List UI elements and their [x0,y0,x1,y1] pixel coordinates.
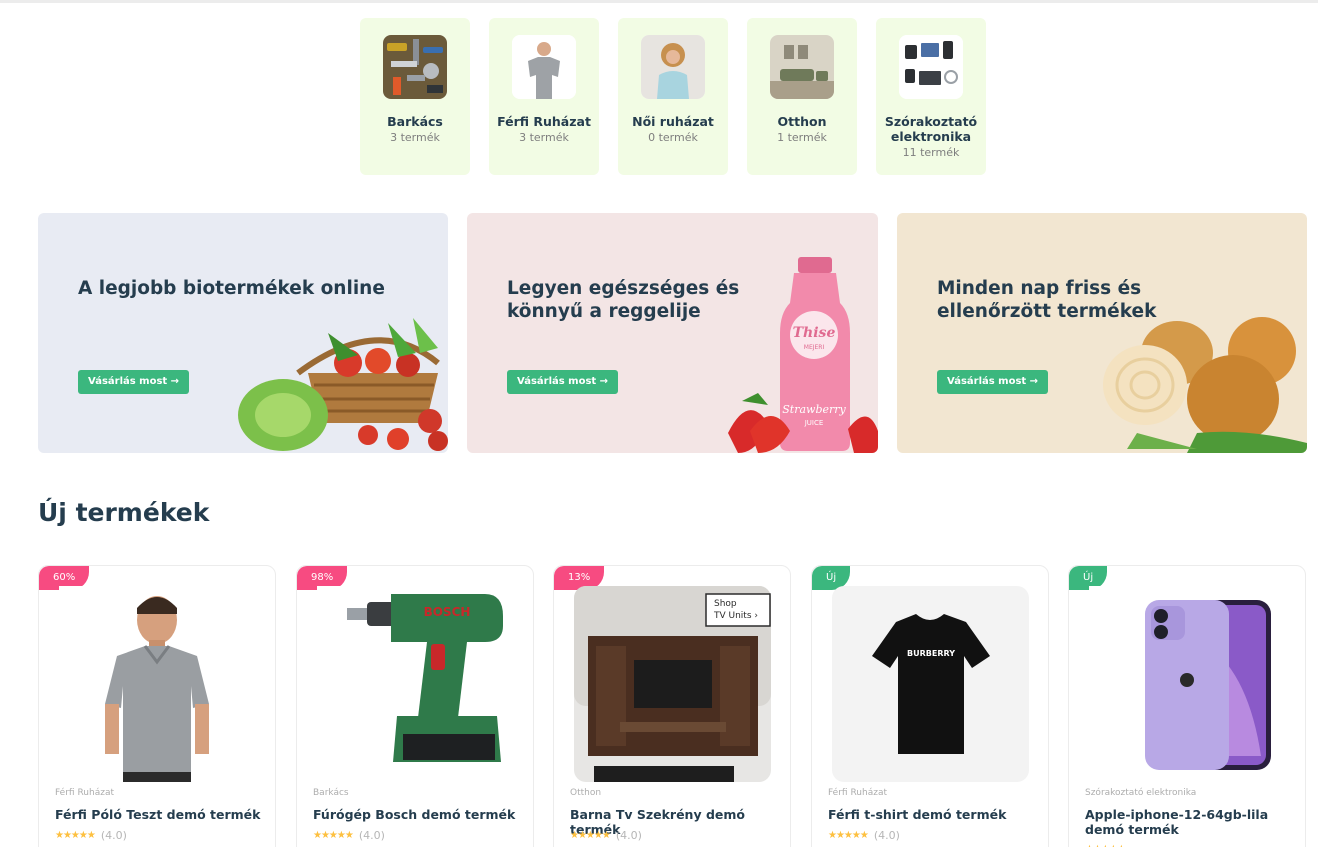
shop-now-button[interactable]: Vásárlás most → [507,370,619,394]
category-name: Férfi Ruházat [497,114,591,129]
product-category[interactable]: Férfi Ruházat [55,788,114,798]
star-rating-icon: ★★★★★ [55,830,96,841]
shop-now-button[interactable]: Vásárlás most → [78,370,190,394]
promo-banner-breakfast: Legyen egészséges és könnyű a reggelije … [467,213,878,453]
header-divider [0,0,1318,3]
category-card-noi-ruhazat[interactable]: Női ruházat 0 termék [618,18,728,175]
product-card[interactable]: 98% BOSCH Barkács Fúrógép Bosch demó ter… [296,565,534,847]
category-card-ferfi-ruhazat[interactable]: Férfi Ruházat 3 termék [489,18,599,175]
star-rating-icon: ★★★★★ [828,830,869,841]
category-card-otthon[interactable]: Otthon 1 termék [747,18,857,175]
tv-units-text: TV Units › [713,611,758,621]
product-card[interactable]: Új BURBERRY Férfi Ruházat Férfi t-shirt … [811,565,1049,847]
promo-banner-organic: A legjobb biotermékek online Vásárlás mo… [38,213,448,453]
product-name[interactable]: Férfi Póló Teszt demó termék [55,807,265,822]
bottle-sub-text: MEJERI [804,344,825,351]
star-rating-icon: ★★★★★ [570,830,611,841]
product-rating: ★★★★★ (4.0) [570,829,642,842]
category-thumbnail-electronics [899,35,963,99]
product-rating: ★★★★★ (4.0) [55,829,127,842]
category-thumbnail-women [641,35,705,99]
product-rating: ★★★★★ (4.0) [828,829,900,842]
product-card[interactable]: 13% Shop TV Units › Otthon Barna Tv Szek… [553,565,791,847]
category-count: 1 termék [777,131,827,144]
product-name[interactable]: Férfi t-shirt demó termék [828,807,1038,822]
category-thumbnail-tools [383,35,447,99]
category-name: Szórakoztató elektronika [884,114,978,144]
shop-now-button[interactable]: Vásárlás most → [937,370,1049,394]
product-image-tshirt[interactable]: BURBERRY [832,586,1029,782]
onions-image [1103,317,1307,453]
bottle-flavor-text: Strawberry [782,403,846,416]
product-category[interactable]: Barkács [313,788,349,798]
category-count: 11 termék [902,146,960,159]
category-name: Női ruházat [632,114,714,129]
category-count: 0 termék [648,131,698,144]
category-list: Barkács 3 termék Férfi Ruházat 3 termék … [360,18,986,175]
category-name: Otthon [777,114,827,129]
category-count: 3 termék [390,131,440,144]
rating-value: (4.0) [358,829,385,842]
tv-shop-text: Shop [714,599,737,609]
product-name[interactable]: Apple-iphone-12-64gb-lila demó termék [1085,807,1295,837]
product-name[interactable]: Fúrógép Bosch demó termék [313,807,523,822]
bottle-type-text: JUICE [804,419,824,427]
vegetable-basket-image [238,318,448,451]
product-category[interactable]: Férfi Ruházat [828,788,887,798]
strawberry-juice-bottle-image: Thise MEJERI Strawberry JUICE [728,257,878,453]
drill-brand-text: BOSCH [424,605,471,619]
product-card[interactable]: 60% Férfi Ruházat Férfi Póló Teszt demó … [38,565,276,847]
star-rating-icon: ★★★★★ [313,830,354,841]
rating-value: (4.0) [100,829,127,842]
category-thumbnail-men [512,35,576,99]
bottle-brand-text: Thise [793,325,836,341]
category-name: Barkács [387,114,443,129]
rating-value: (4.0) [615,829,642,842]
category-card-barkacs[interactable]: Barkács 3 termék [360,18,470,175]
product-image-iphone[interactable] [1089,586,1286,782]
category-thumbnail-home [770,35,834,99]
rating-value: (4.0) [873,829,900,842]
product-rating: ★★★★★ (4.0) [313,829,385,842]
product-image-polo[interactable] [59,586,256,782]
category-count: 3 termék [519,131,569,144]
category-card-szorakoztato-elektronika[interactable]: Szórakoztató elektronika 11 termék [876,18,986,175]
product-image-drill[interactable]: BOSCH [317,586,514,782]
product-category[interactable]: Szórakoztató elektronika [1085,788,1196,798]
product-category[interactable]: Otthon [570,788,601,798]
product-image-tv-unit[interactable]: Shop TV Units › [574,586,771,782]
banner-title: A legjobb biotermékek online [78,278,385,299]
tshirt-brand-text: BURBERRY [907,649,955,658]
new-products-title: Új termékek [38,498,210,527]
promo-banner-fresh: Minden nap friss és ellenőrzött termékek… [897,213,1307,453]
product-card[interactable]: Új Szórakoztató elektronika Apple-iphone… [1068,565,1306,847]
